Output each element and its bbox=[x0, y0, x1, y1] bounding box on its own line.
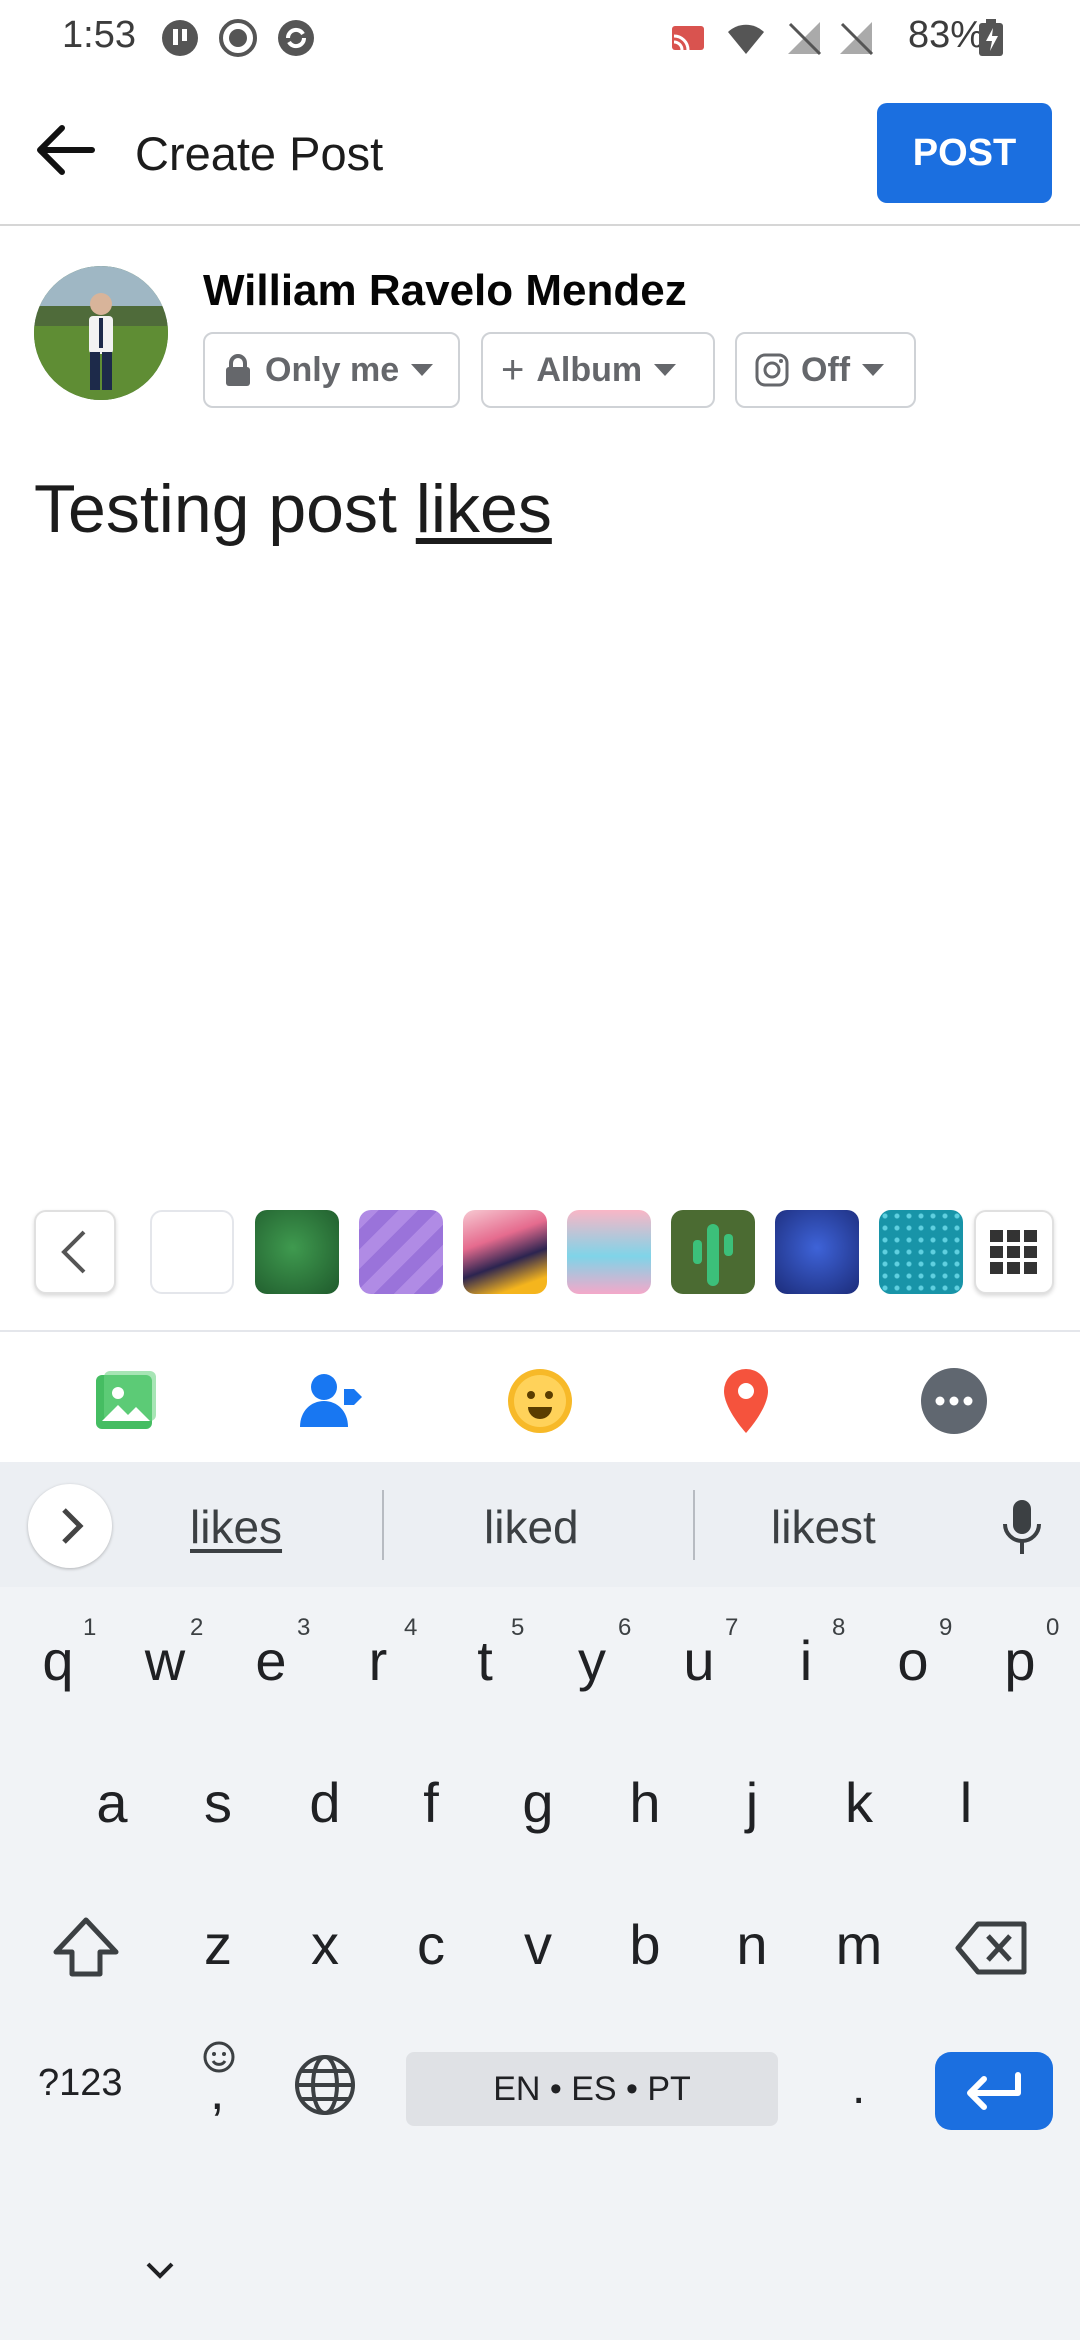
suggestion-divider bbox=[693, 1490, 695, 1560]
background-option-blue-ball[interactable] bbox=[775, 1210, 859, 1294]
lock-icon bbox=[226, 354, 250, 386]
back-arrow-icon[interactable] bbox=[30, 120, 100, 180]
post-text-input[interactable]: Testing post likes bbox=[34, 470, 552, 548]
status-time: 1:53 bbox=[62, 14, 136, 56]
post-text-underlined: likes bbox=[415, 471, 552, 547]
key-j[interactable]: j bbox=[712, 1770, 792, 1835]
avatar bbox=[34, 266, 168, 400]
key-l[interactable]: l bbox=[926, 1770, 1006, 1835]
status-bar: 1:53 83% bbox=[0, 0, 1080, 78]
key-n[interactable]: n bbox=[712, 1912, 792, 1977]
keyboard-row-3: z x c v b n m bbox=[0, 1894, 1080, 1994]
key-hint-1: 1 bbox=[83, 1614, 97, 1641]
key-hint-7: 7 bbox=[725, 1614, 739, 1641]
divider bbox=[0, 1330, 1080, 1332]
key-hint-3: 3 bbox=[297, 1614, 311, 1641]
background-option-purple-stripes[interactable] bbox=[359, 1210, 443, 1294]
photo-icon[interactable] bbox=[90, 1365, 162, 1437]
privacy-selector[interactable]: Only me bbox=[203, 332, 460, 408]
microphone-icon[interactable] bbox=[995, 1496, 1049, 1560]
key-hint-5: 5 bbox=[511, 1614, 525, 1641]
chevron-down-icon bbox=[411, 364, 434, 376]
suggestion-divider bbox=[382, 1490, 384, 1560]
header: Create Post POST bbox=[0, 78, 1080, 226]
key-hint-8: 8 bbox=[832, 1614, 846, 1641]
signal-off-icon-2 bbox=[840, 22, 874, 56]
background-option-pastel-wave[interactable] bbox=[567, 1210, 651, 1294]
keyboard-row-1: q 1 w 2 e 3 r 4 t 5 y 6 u 7 i 8 o 9 p 0 bbox=[0, 1610, 1080, 1710]
enter-key[interactable] bbox=[935, 2052, 1053, 2130]
key-k[interactable]: k bbox=[819, 1770, 899, 1835]
key-x[interactable]: x bbox=[285, 1912, 365, 1977]
sync-icon bbox=[278, 20, 314, 56]
user-name: William Ravelo Mendez bbox=[203, 266, 687, 315]
app-notification-icon bbox=[162, 20, 198, 56]
key-b[interactable]: b bbox=[605, 1912, 685, 1977]
privacy-label: Only me bbox=[265, 350, 400, 389]
chevron-down-icon bbox=[654, 364, 677, 376]
background-option-teal-dots[interactable] bbox=[879, 1210, 963, 1294]
plus-icon: + bbox=[501, 347, 525, 392]
grid-icon bbox=[990, 1230, 1037, 1274]
symbols-key[interactable]: ?123 bbox=[38, 2062, 123, 2105]
key-hint-6: 6 bbox=[618, 1614, 632, 1641]
comma-emoji-key[interactable]: , bbox=[196, 2040, 244, 2126]
background-option-abstract[interactable] bbox=[463, 1210, 547, 1294]
page-title: Create Post bbox=[135, 127, 384, 180]
chevron-right-icon bbox=[62, 1508, 84, 1544]
shift-icon[interactable] bbox=[50, 1914, 122, 1982]
globe-icon[interactable] bbox=[292, 2052, 358, 2118]
comma-label: , bbox=[210, 2063, 225, 2121]
keyboard-row-2: a s d f g h j k l bbox=[0, 1752, 1080, 1852]
more-backgrounds-button[interactable] bbox=[974, 1210, 1054, 1294]
instagram-icon bbox=[755, 353, 789, 387]
key-v[interactable]: v bbox=[498, 1912, 578, 1977]
location-icon[interactable] bbox=[710, 1365, 782, 1437]
key-s[interactable]: s bbox=[178, 1770, 258, 1835]
more-icon[interactable] bbox=[918, 1365, 990, 1437]
suggestion-2[interactable]: liked bbox=[484, 1500, 579, 1554]
collapse-backgrounds-button[interactable] bbox=[34, 1210, 116, 1294]
instagram-share-selector[interactable]: Off bbox=[735, 332, 916, 408]
key-h[interactable]: h bbox=[605, 1770, 685, 1835]
album-selector[interactable]: + Album bbox=[481, 332, 715, 408]
key-hint-2: 2 bbox=[190, 1614, 204, 1641]
cactus-icon bbox=[693, 1224, 733, 1286]
key-d[interactable]: d bbox=[285, 1770, 365, 1835]
record-icon bbox=[219, 19, 257, 57]
battery-percent: 83% bbox=[907, 14, 984, 56]
background-option-white[interactable] bbox=[150, 1210, 234, 1294]
backspace-icon[interactable] bbox=[954, 1918, 1030, 1978]
space-bar[interactable]: EN • ES • PT bbox=[406, 2052, 778, 2126]
background-option-cactus[interactable] bbox=[671, 1210, 755, 1294]
key-hint-9: 9 bbox=[939, 1614, 953, 1641]
period-key[interactable]: . bbox=[852, 2060, 865, 2115]
wifi-icon bbox=[728, 24, 764, 54]
suggestion-1[interactable]: likes bbox=[190, 1500, 282, 1554]
key-z[interactable]: z bbox=[178, 1912, 258, 1977]
signal-off-icon bbox=[788, 22, 822, 56]
chevron-down-icon bbox=[862, 364, 885, 376]
hide-keyboard-icon[interactable] bbox=[140, 2256, 180, 2284]
tag-people-icon[interactable] bbox=[296, 1365, 368, 1437]
feeling-icon[interactable] bbox=[504, 1365, 576, 1437]
key-hint-0: 0 bbox=[1046, 1614, 1060, 1641]
instagram-label: Off bbox=[801, 350, 851, 389]
keyboard-toolbar-toggle[interactable] bbox=[28, 1484, 112, 1568]
cast-icon bbox=[672, 26, 704, 51]
key-a[interactable]: a bbox=[72, 1770, 152, 1835]
suggestion-3[interactable]: likest bbox=[771, 1500, 876, 1554]
key-f[interactable]: f bbox=[391, 1770, 471, 1835]
key-m[interactable]: m bbox=[819, 1912, 899, 1977]
key-hint-4: 4 bbox=[404, 1614, 418, 1641]
post-text: Testing post bbox=[34, 471, 416, 547]
key-g[interactable]: g bbox=[498, 1770, 578, 1835]
post-button[interactable]: POST bbox=[877, 103, 1052, 203]
chevron-left-icon bbox=[61, 1230, 86, 1274]
album-label: Album bbox=[536, 350, 643, 389]
key-c[interactable]: c bbox=[391, 1912, 471, 1977]
battery-charging-icon bbox=[979, 19, 1003, 56]
background-option-green-ball[interactable] bbox=[255, 1210, 339, 1294]
enter-arrow-icon bbox=[967, 2072, 1021, 2110]
